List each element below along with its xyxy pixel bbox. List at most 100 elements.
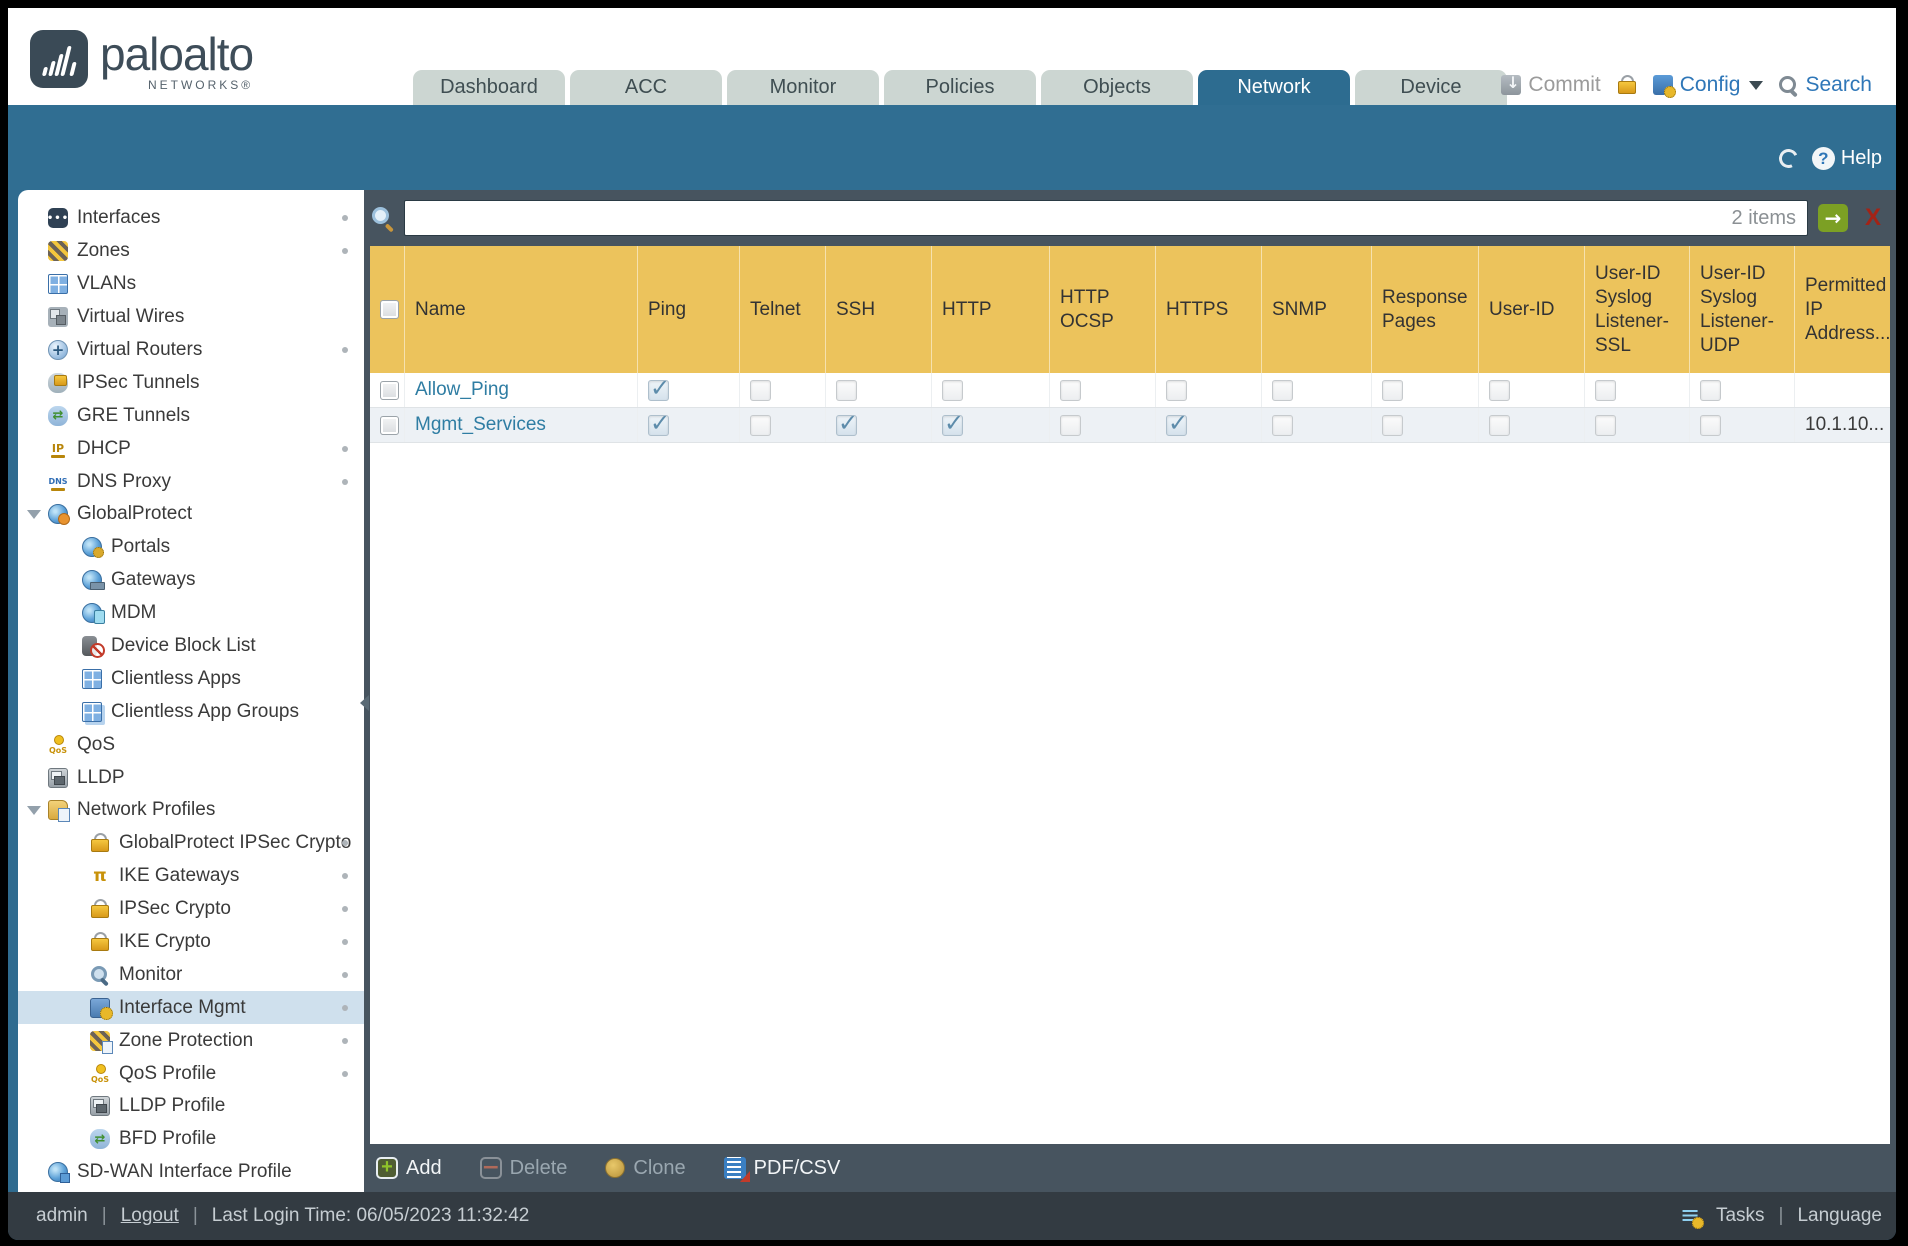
- profile-link[interactable]: Mgmt_Services: [415, 414, 546, 436]
- sidebar-item-virtual-routers[interactable]: Virtual Routers: [18, 334, 364, 367]
- sidebar-item-clientless-app-groups[interactable]: Clientless App Groups: [18, 695, 364, 728]
- sidebar-item-monitor[interactable]: Monitor: [18, 958, 364, 991]
- row-checkbox[interactable]: [380, 415, 399, 435]
- sidebar-item-virtual-wires[interactable]: Virtual Wires: [18, 301, 364, 334]
- ping-checkbox[interactable]: [648, 374, 670, 402]
- col-header-permitted-ip-address[interactable]: Permitted IP Address...: [1795, 246, 1891, 373]
- filter-input[interactable]: [404, 200, 1808, 236]
- user-id-checkbox[interactable]: [1489, 379, 1510, 401]
- clone-button[interactable]: Clone: [605, 1157, 686, 1180]
- sidebar-item-vlans[interactable]: VLANs: [18, 268, 364, 301]
- help-button[interactable]: Help: [1811, 147, 1882, 170]
- tab-objects[interactable]: Objects: [1041, 70, 1193, 105]
- sidebar-item-ike-gateways[interactable]: IKE Gateways: [18, 860, 364, 893]
- logout-link[interactable]: Logout: [121, 1205, 179, 1227]
- col-header-label: HTTPS: [1166, 298, 1229, 320]
- sidebar-item-mdm[interactable]: MDM: [18, 597, 364, 630]
- col-header-telnet[interactable]: Telnet: [740, 246, 826, 373]
- sidebar-item-portals[interactable]: Portals: [18, 531, 364, 564]
- tasks-button[interactable]: Tasks: [1716, 1205, 1765, 1227]
- language-button[interactable]: Language: [1797, 1205, 1882, 1227]
- sidebar-item-interfaces[interactable]: Interfaces: [18, 202, 364, 235]
- tab-acc[interactable]: ACC: [570, 70, 722, 105]
- sidebar-item-interface-mgmt[interactable]: Interface Mgmt: [18, 991, 364, 1025]
- sidebar-item-ipsec-crypto[interactable]: IPSec Crypto: [18, 893, 364, 926]
- snmp-checkbox[interactable]: [1272, 414, 1293, 436]
- col-header-user-id-syslog-listener-ssl[interactable]: User-ID Syslog Listener-SSL: [1585, 246, 1690, 373]
- sidebar-item-dns-proxy[interactable]: DNS Proxy: [18, 465, 364, 498]
- telnet-checkbox[interactable]: [750, 414, 771, 436]
- tab-device[interactable]: Device: [1355, 70, 1507, 105]
- sidebar-item-globalprotect-ipsec-crypto[interactable]: GlobalProtect IPSec Crypto: [18, 827, 364, 860]
- refresh-icon[interactable]: [1776, 146, 1801, 171]
- col-header-http-ocsp[interactable]: HTTP OCSP: [1050, 246, 1156, 373]
- col-header-ssh[interactable]: SSH: [826, 246, 932, 373]
- user-id-syslog-listener-udp-checkbox[interactable]: [1700, 379, 1721, 401]
- sidebar-item-gre-tunnels[interactable]: GRE Tunnels: [18, 399, 364, 432]
- sidebar-item-ipsec-tunnels[interactable]: IPSec Tunnels: [18, 366, 364, 399]
- snmp-cell: [1262, 408, 1372, 442]
- tab-monitor[interactable]: Monitor: [727, 70, 879, 105]
- col-header-user-id-syslog-listener-udp[interactable]: User-ID Syslog Listener-UDP: [1690, 246, 1795, 373]
- pdf-csv-button[interactable]: PDF/CSV: [723, 1157, 840, 1182]
- clear-filter-button[interactable]: [1858, 204, 1888, 232]
- col-header-response-pages[interactable]: Response Pages: [1372, 246, 1479, 373]
- row-checkbox[interactable]: [380, 380, 399, 400]
- lock-icon[interactable]: [1617, 75, 1637, 95]
- col-header-https[interactable]: HTTPS: [1156, 246, 1262, 373]
- tab-dashboard[interactable]: Dashboard: [413, 70, 565, 105]
- sidebar-item-bfd-profile[interactable]: BFD Profile: [18, 1123, 364, 1156]
- user-id-checkbox[interactable]: [1489, 414, 1510, 436]
- https-checkbox[interactable]: [1166, 409, 1188, 437]
- sidebar-item-qos-profile[interactable]: QoS Profile: [18, 1057, 364, 1090]
- user-id-syslog-listener-ssl-checkbox[interactable]: [1595, 414, 1616, 436]
- sidebar-item-gateways[interactable]: Gateways: [18, 564, 364, 597]
- col-header-name[interactable]: Name: [405, 246, 638, 373]
- response-pages-checkbox[interactable]: [1382, 379, 1403, 401]
- delete-button[interactable]: Delete: [479, 1157, 567, 1180]
- user-id-syslog-listener-ssl-checkbox[interactable]: [1595, 379, 1616, 401]
- apply-filter-button[interactable]: [1818, 204, 1848, 232]
- tab-policies[interactable]: Policies: [884, 70, 1036, 105]
- config-button[interactable]: Config: [1652, 73, 1764, 98]
- sidebar-item-lldp-profile[interactable]: LLDP Profile: [18, 1090, 364, 1123]
- global-search-button[interactable]: Search: [1779, 73, 1872, 97]
- select-all-checkbox[interactable]: [380, 300, 399, 319]
- sidebar-item-ike-crypto[interactable]: IKE Crypto: [18, 926, 364, 959]
- expand-triangle-icon[interactable]: [27, 509, 41, 519]
- col-header-user-id[interactable]: User-ID: [1479, 246, 1585, 373]
- sidebar-collapse-handle[interactable]: [360, 695, 369, 711]
- sidebar-item-zones[interactable]: Zones: [18, 235, 364, 268]
- telnet-checkbox[interactable]: [750, 379, 771, 401]
- expand-triangle-icon[interactable]: [27, 805, 41, 815]
- profile-link[interactable]: Allow_Ping: [415, 379, 509, 401]
- http-ocsp-checkbox[interactable]: [1060, 414, 1081, 436]
- sidebar-item-sd-wan-interface-profile[interactable]: SD-WAN Interface Profile: [18, 1156, 364, 1189]
- user-id-syslog-listener-udp-checkbox[interactable]: [1700, 414, 1721, 436]
- col-header-label: SNMP: [1272, 298, 1327, 320]
- profiles-table: Name Ping Telnet SSH HTTP HTTP OCSP HTTPS SNMP R…: [370, 246, 1891, 1144]
- add-button[interactable]: Add: [376, 1157, 442, 1180]
- commit-button[interactable]: Commit: [1501, 73, 1601, 97]
- col-header-ping[interactable]: Ping: [638, 246, 740, 373]
- http-ocsp-checkbox[interactable]: [1060, 379, 1081, 401]
- col-header-snmp[interactable]: SNMP: [1262, 246, 1372, 373]
- ssh-checkbox[interactable]: [836, 379, 857, 401]
- ping-checkbox[interactable]: [648, 409, 670, 437]
- http-checkbox[interactable]: [942, 379, 963, 401]
- sidebar-item-dhcp[interactable]: DHCP: [18, 432, 364, 465]
- sidebar-item-device-block-list[interactable]: Device Block List: [18, 630, 364, 663]
- response-pages-checkbox[interactable]: [1382, 414, 1403, 436]
- sidebar-item-qos[interactable]: QoS: [18, 728, 364, 761]
- snmp-checkbox[interactable]: [1272, 379, 1293, 401]
- sidebar-item-clientless-apps[interactable]: Clientless Apps: [18, 662, 364, 695]
- sidebar-item-lldp[interactable]: LLDP: [18, 761, 364, 794]
- sidebar-item-network-profiles[interactable]: Network Profiles: [18, 794, 364, 827]
- tab-network[interactable]: Network: [1198, 70, 1350, 105]
- https-checkbox[interactable]: [1166, 379, 1187, 401]
- sidebar-item-globalprotect[interactable]: GlobalProtect: [18, 498, 364, 531]
- http-checkbox[interactable]: [942, 409, 964, 437]
- col-header-http[interactable]: HTTP: [932, 246, 1050, 373]
- ssh-checkbox[interactable]: [836, 409, 858, 437]
- sidebar-item-zone-protection[interactable]: Zone Protection: [18, 1024, 364, 1057]
